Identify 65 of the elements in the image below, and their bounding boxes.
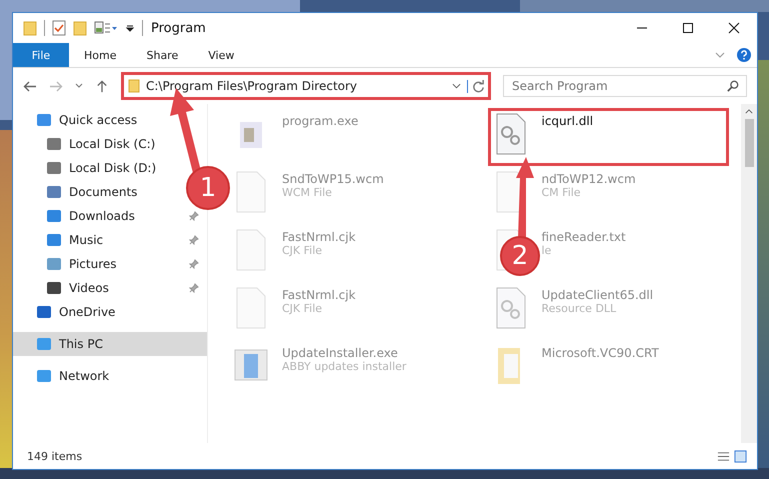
sidebar-item[interactable]: Quick access: [13, 108, 207, 132]
file-name[interactable]: icqurl.dll: [542, 114, 594, 128]
file-type: CM File: [542, 186, 582, 199]
sidebar-item[interactable]: OneDrive: [13, 300, 207, 324]
file-icon: [234, 286, 268, 330]
pin-icon[interactable]: [189, 283, 199, 293]
file-type: le: [542, 244, 552, 257]
sidebar-icon: [37, 114, 51, 126]
ribbon-tab[interactable]: View: [193, 43, 250, 67]
search-icon[interactable]: [727, 80, 739, 92]
item-count: 149 items: [27, 450, 82, 462]
sidebar-item[interactable]: Pictures: [13, 252, 207, 276]
help-icon[interactable]: [737, 48, 751, 62]
dropdown-icon[interactable]: [125, 23, 135, 33]
sidebar-icon: [47, 234, 61, 246]
maximize-icon[interactable]: [682, 22, 694, 34]
folder-icon: [128, 79, 140, 93]
details-view-icon[interactable]: [717, 450, 730, 462]
file-type: Resource DLL: [542, 302, 618, 315]
ribbon-tab[interactable]: Home: [69, 43, 132, 67]
pin-icon[interactable]: [189, 211, 199, 221]
checklist-icon[interactable]: [52, 20, 66, 36]
address-bar[interactable]: C:\Program Files\Program Directory: [121, 72, 491, 100]
scrollbar-thumb[interactable]: [744, 119, 754, 167]
sidebar-item[interactable]: Documents: [13, 180, 146, 204]
up-arrow-icon[interactable]: [95, 80, 109, 92]
file-icon: [234, 228, 268, 272]
sidebar-icon: [47, 138, 61, 150]
sidebar-item[interactable]: Local Disk (C:): [13, 132, 164, 156]
sidebar-item[interactable]: Local Disk (D:): [13, 156, 164, 180]
file-type: ABBY updates installer: [282, 360, 406, 373]
file-type: CJK File: [282, 302, 324, 315]
sidebar-icon: [37, 370, 51, 382]
file-icon: [494, 112, 528, 156]
refresh-icon[interactable]: [467, 80, 485, 92]
sidebar-item[interactable]: Network: [13, 364, 207, 388]
sidebar-icon: [47, 282, 61, 294]
sidebar-icon: [47, 258, 61, 270]
pin-icon[interactable]: [189, 235, 199, 245]
file-icon: [234, 170, 268, 214]
sidebar-item[interactable]: Videos: [13, 276, 207, 300]
chevron-down-icon[interactable]: [75, 83, 83, 89]
back-arrow-icon[interactable]: [23, 80, 37, 92]
sidebar-icon: [47, 186, 61, 198]
file-type: WCM File: [282, 186, 333, 199]
pin-icon[interactable]: [189, 259, 199, 269]
ribbon-tab[interactable]: Share: [131, 43, 194, 67]
window-title: Program: [151, 20, 206, 36]
file-icon: [494, 286, 528, 330]
scrollbar[interactable]: [741, 104, 757, 443]
scroll-up-icon[interactable]: [745, 109, 753, 114]
large-icons-view-icon[interactable]: [734, 450, 747, 462]
ribbon-tab[interactable]: File: [13, 43, 69, 67]
sidebar-icon: [37, 306, 51, 318]
address-path: C:\Program Files\Program Directory: [146, 79, 358, 93]
chevron-down-icon[interactable]: [452, 83, 461, 89]
close-icon[interactable]: [728, 22, 740, 34]
file-type: CJK File: [282, 244, 324, 257]
sidebar-icon: [47, 162, 61, 174]
sidebar-item[interactable]: This PC: [13, 332, 207, 356]
search-field[interactable]: Search Program: [503, 75, 747, 97]
sidebar-icon: [37, 338, 51, 350]
sidebar-item[interactable]: Music: [13, 228, 207, 252]
view-options-icon[interactable]: [94, 20, 118, 36]
sidebar-icon: [47, 210, 61, 222]
